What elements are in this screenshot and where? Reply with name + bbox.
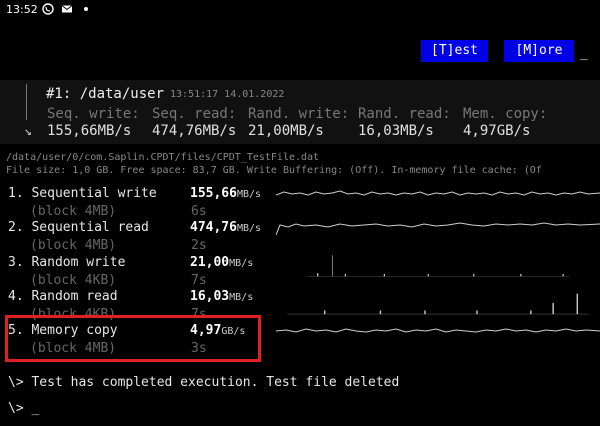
test-time-2: 2s [191, 238, 207, 253]
graph-seq-read [276, 222, 600, 236]
test-value-4: 16,03MB/s [190, 289, 254, 304]
header-seq-write: Seq. write: [47, 106, 140, 122]
result-divider [26, 84, 27, 120]
header-rand-read: Rand. read: [358, 106, 451, 122]
graph-seq-write [276, 190, 600, 196]
test-block-1: (block 4MB) [30, 204, 117, 219]
value-rand-write: 21,00MB/s [248, 123, 324, 139]
header-rand-write: Rand. write: [248, 106, 350, 122]
test-value-2: 474,76MB/s [190, 220, 262, 235]
test-name-2: 2. Sequential read [8, 220, 149, 235]
test-button[interactable]: [T]est [421, 40, 488, 62]
test-name-3: 3. Random write [8, 255, 126, 270]
file-path: /data/user/0/com.Saplin.CPDT/files/CPDT_… [6, 152, 320, 163]
expand-arrow-icon[interactable]: ↘ [24, 124, 32, 139]
test-time-1: 6s [191, 204, 207, 219]
log-line: \> Test has completed execution. Test fi… [8, 375, 400, 390]
test-name-1: 1. Sequential write [8, 186, 157, 201]
value-rand-read: 16,03MB/s [358, 123, 434, 139]
dot-icon [84, 7, 88, 11]
status-time: 13:52 [6, 3, 38, 16]
value-mem-copy: 4,97GB/s [463, 123, 531, 139]
more-button[interactable]: [M]ore [504, 40, 574, 62]
header-seq-read: Seq. read: [152, 106, 237, 122]
status-bar: 13:52 [0, 0, 600, 20]
test-block-2: (block 4MB) [30, 238, 117, 253]
test-value-1: 155,66MB/s [190, 186, 262, 201]
whatsapp-icon [42, 3, 54, 15]
test-time-3: 7s [191, 273, 207, 288]
mail-icon [61, 5, 73, 13]
result-timestamp: 13:51:17 14.01.2022 [170, 89, 285, 100]
memory-copy-highlight [5, 315, 261, 362]
graph-rand-read [287, 293, 589, 315]
value-seq-write: 155,66MB/s [47, 123, 132, 139]
test-block-3: (block 4KB) [30, 273, 117, 288]
graph-rand-write [306, 255, 570, 277]
result-title: #1: /data/user [46, 86, 165, 102]
test-name-4: 4. Random read [8, 289, 118, 304]
header-mem-copy: Mem. copy: [463, 106, 548, 122]
terminal-cursor: _ [580, 46, 588, 61]
command-prompt[interactable]: \> _ [8, 401, 39, 416]
graph-mem-copy [276, 328, 600, 333]
file-info: File size: 1,0 GB. Free space: 83,7 GB. … [6, 165, 542, 176]
test-value-3: 21,00MB/s [190, 255, 254, 270]
value-seq-read: 474,76MB/s [152, 123, 237, 139]
